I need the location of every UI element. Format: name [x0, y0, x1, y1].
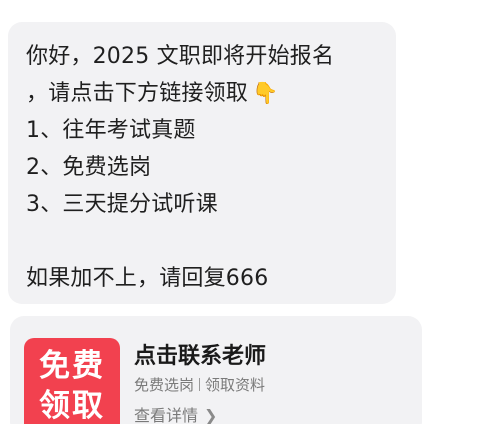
card-sub-right: 领取资料	[205, 376, 266, 394]
message-line-1: 你好，2025 文职即将开始报名	[26, 44, 335, 69]
message-bubble: 你好，2025 文职即将开始报名 ，请点击下方链接领取 👇 1、往年考试真题 2、…	[8, 22, 396, 304]
card-subtitle: 免费选岗 领取资料	[134, 374, 265, 395]
badge-line-1: 免费	[39, 348, 105, 384]
message-line-5: 3、三天提分试听课	[26, 192, 218, 217]
pointing-down-icon: 👇	[252, 81, 279, 105]
badge-line-2: 领取	[39, 388, 105, 424]
message-line-2-text: ，请点击下方链接领取	[26, 81, 249, 106]
view-details-label: 查看详情	[134, 406, 199, 424]
view-details-link[interactable]: 查看详情 ❯	[134, 402, 217, 424]
free-claim-badge: 免费 领取	[24, 338, 120, 424]
contact-teacher-card[interactable]: 免费 领取 点击联系老师 免费选岗 领取资料 查看详情 ❯	[10, 316, 422, 424]
message-line-6: 如果加不上，请回复666	[26, 266, 269, 291]
card-sub-left: 免费选岗	[134, 376, 195, 394]
message-line-4: 2、免费选岗	[26, 155, 152, 180]
message-line-3: 1、往年考试真题	[26, 118, 196, 143]
chevron-right-icon: ❯	[204, 406, 218, 424]
message-line-2: ，请点击下方链接领取 👇	[26, 75, 396, 112]
divider	[199, 378, 201, 391]
card-title[interactable]: 点击联系老师	[134, 338, 266, 370]
